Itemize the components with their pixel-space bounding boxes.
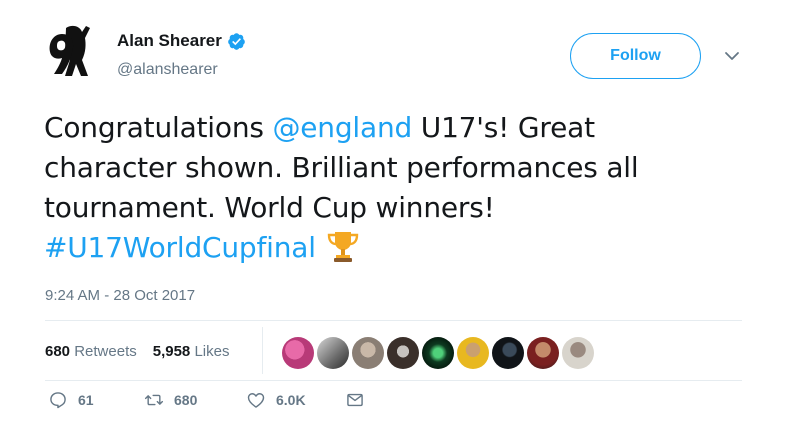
mention-link[interactable]: @england: [272, 111, 412, 144]
hashtag-link[interactable]: #U17WorldCupfinal: [44, 231, 316, 264]
retweet-icon: [144, 394, 164, 406]
liker-avatar[interactable]: [457, 337, 489, 369]
alan-shearer-logo-icon: [49, 25, 90, 77]
likes-label: Likes: [194, 343, 230, 360]
liker-avatar[interactable]: [422, 337, 454, 369]
direct-message-button[interactable]: [345, 390, 365, 410]
stats-divider: [262, 327, 263, 374]
likes-count: 5,958: [152, 343, 191, 360]
tweet-stats: 680 Retweets 5,958 Likes: [45, 343, 229, 360]
retweet-button[interactable]: 680: [144, 390, 197, 410]
liker-avatar[interactable]: [352, 337, 384, 369]
heart-icon: [247, 393, 265, 408]
liker-avatar[interactable]: [527, 337, 559, 369]
liker-avatar[interactable]: [562, 337, 594, 369]
author-row: Alan Shearer: [117, 31, 246, 51]
divider: [45, 320, 742, 321]
tweet-line-3: tournament. World Cup winners!: [44, 191, 495, 224]
envelope-icon: [347, 393, 363, 407]
liker-avatar[interactable]: [282, 337, 314, 369]
chevron-down-icon[interactable]: [722, 48, 742, 64]
reply-icon: [50, 392, 66, 409]
reply-count: 61: [78, 392, 94, 408]
tweet-text-start: Congratulations: [44, 111, 273, 144]
tweet-text-line1-end: U17's! Great: [412, 111, 595, 144]
liker-avatar[interactable]: [492, 337, 524, 369]
tweet-line-2: character shown. Brilliant performances …: [44, 151, 639, 184]
author-name[interactable]: Alan Shearer: [117, 31, 222, 51]
liker-avatar[interactable]: [387, 337, 419, 369]
trophy-icon: [326, 229, 360, 263]
like-count: 6.0K: [276, 392, 306, 408]
liker-avatar[interactable]: [317, 337, 349, 369]
follow-button[interactable]: Follow: [570, 33, 701, 79]
verified-badge-icon: [227, 32, 246, 51]
liker-avatars: [282, 337, 594, 369]
reply-button[interactable]: 61: [48, 390, 94, 410]
tweet-text: Congratulations @england U17's! Great ch…: [44, 108, 744, 268]
author-handle[interactable]: @alanshearer: [117, 61, 218, 79]
like-button[interactable]: 6.0K: [246, 390, 306, 410]
retweets-stat[interactable]: 680 Retweets: [45, 343, 137, 360]
retweets-count: 680: [45, 343, 71, 360]
tweet-card: Alan Shearer @alanshearer Follow Congrat…: [0, 0, 787, 441]
tweet-timestamp[interactable]: 9:24 AM - 28 Oct 2017: [45, 287, 195, 304]
retweets-label: Retweets: [74, 343, 137, 360]
retweet-count: 680: [174, 392, 198, 408]
avatar[interactable]: [46, 22, 96, 78]
likes-stat[interactable]: 5,958 Likes: [153, 343, 230, 360]
tweet-line-1: Congratulations @england U17's! Great: [44, 108, 744, 148]
tweet-line-4: #U17WorldCupfinal: [44, 228, 744, 268]
divider: [45, 380, 742, 381]
